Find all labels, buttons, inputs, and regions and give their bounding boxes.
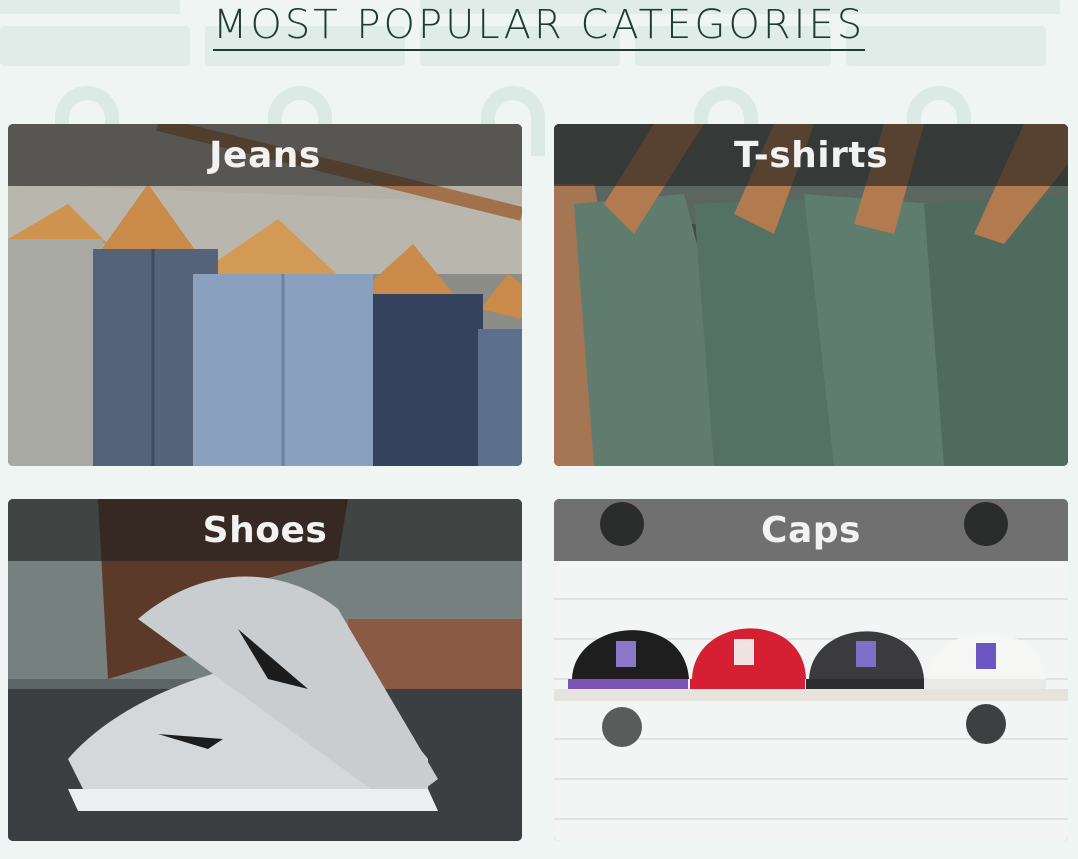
category-label: T-shirts — [734, 134, 888, 176]
category-card-tshirts[interactable]: T-shirts — [554, 124, 1068, 466]
category-label: Caps — [761, 509, 861, 551]
category-label: Jeans — [209, 134, 321, 176]
page-title-text: MOST POPULAR CATEGORIES — [212, 2, 866, 51]
category-label-bar: Jeans — [8, 124, 522, 186]
category-label-bar: Shoes — [8, 499, 522, 561]
category-label-bar: T-shirts — [554, 124, 1068, 186]
category-card-shoes[interactable]: Shoes — [8, 499, 522, 841]
category-label: Shoes — [202, 509, 328, 551]
category-card-caps[interactable]: Caps — [554, 499, 1068, 841]
page-title: MOST POPULAR CATEGORIES — [0, 2, 1078, 51]
category-card-jeans[interactable]: Jeans — [8, 124, 522, 466]
category-label-bar: Caps — [554, 499, 1068, 561]
